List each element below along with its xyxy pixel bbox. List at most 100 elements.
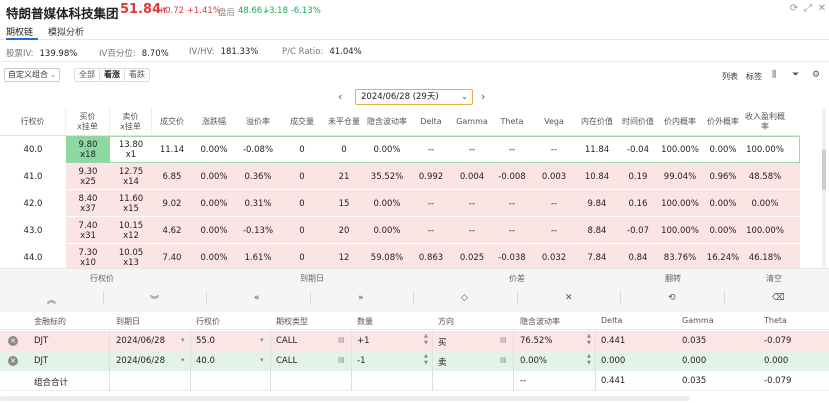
- col-header-change[interactable]: 涨跌幅: [192, 108, 236, 136]
- expiry-later-button[interactable]: »: [358, 293, 364, 303]
- columns-icon[interactable]: ⫼: [772, 70, 776, 80]
- combo-strategy-select[interactable]: 自定义组合 ⌄: [4, 68, 60, 82]
- option-row[interactable]: 40.0 9.80 x18 13.80 x1 11.14 0.00% -0.08% 0 0 0.00…: [0, 136, 800, 163]
- cell-ask[interactable]: 12.75 x14: [110, 163, 152, 190]
- cell-bid[interactable]: 8.40 x37: [66, 190, 110, 217]
- chevron-down-icon[interactable]: ▾: [260, 356, 264, 364]
- prev-expiry-button[interactable]: ‹: [338, 90, 342, 103]
- filter-all-button[interactable]: 全部: [75, 69, 100, 81]
- cell-time-value: 0.19: [628, 171, 648, 182]
- leg-type[interactable]: CALL: [276, 336, 297, 346]
- col-header-last[interactable]: 成交价: [152, 108, 192, 136]
- cell-intrinsic: 9.84: [587, 198, 607, 209]
- cell-gamma: --: [468, 198, 476, 209]
- col-header-open-interest[interactable]: 未平仓量: [324, 108, 364, 136]
- leg-qty[interactable]: +1: [357, 336, 370, 346]
- col-header-vega[interactable]: Vega: [532, 108, 576, 136]
- leg-delta: 0.441: [601, 336, 626, 346]
- leg-type[interactable]: CALL: [276, 356, 297, 366]
- cell-change: 0.00%: [200, 252, 228, 263]
- cell-bid[interactable]: 9.80 x18: [66, 136, 110, 163]
- col-header-iv[interactable]: 隐含波动率: [364, 108, 410, 136]
- total-delta: 0.441: [601, 376, 626, 386]
- leg-side[interactable]: 买: [438, 336, 447, 348]
- col-header-delta[interactable]: Delta: [410, 108, 452, 136]
- strike-up-button[interactable]: ︽: [47, 293, 56, 306]
- tag-view-button[interactable]: 标签: [746, 71, 762, 82]
- iv-stepper-icon[interactable]: ▲ ▼: [587, 353, 591, 367]
- trash-icon[interactable]: ⌫: [772, 293, 785, 303]
- select-icon[interactable]: ▤: [500, 356, 507, 364]
- next-expiry-button[interactable]: ›: [481, 90, 485, 103]
- filter-calls-button[interactable]: 看涨: [100, 69, 125, 81]
- ask-price: 10.15: [118, 220, 144, 231]
- select-icon[interactable]: ▤: [338, 336, 345, 344]
- spread-widen-button[interactable]: ◇: [461, 293, 468, 303]
- remove-leg-icon[interactable]: ✕: [8, 336, 18, 346]
- tab-simulation[interactable]: 模拟分析: [48, 25, 84, 38]
- leg-strike[interactable]: 40.0: [196, 356, 215, 366]
- col-header-time-value[interactable]: 时间价值: [618, 108, 658, 136]
- close-icon[interactable]: ✕: [816, 3, 828, 15]
- cell-ask[interactable]: 13.80 x1: [110, 136, 152, 163]
- col-header-otm-prob[interactable]: 价外概率: [702, 108, 744, 136]
- spread-narrow-button[interactable]: ✕: [565, 293, 573, 303]
- col-header-premium[interactable]: 溢价率: [236, 108, 280, 136]
- leg-theta: 0.000: [764, 356, 789, 366]
- cell-ask[interactable]: 11.60 x15: [110, 190, 152, 217]
- leg-iv[interactable]: 76.52%: [520, 336, 552, 346]
- qty-stepper-icon[interactable]: ▲ ▼: [424, 353, 428, 367]
- option-row[interactable]: 43.0 7.40 x31 10.15 x12 4.62 0.00% -0.13% 0 20 0.0…: [0, 217, 800, 244]
- flip-icon[interactable]: ⟲: [668, 293, 676, 303]
- leg-expiry[interactable]: 2024/06/28: [116, 356, 165, 366]
- leg-iv[interactable]: 0.00%: [520, 356, 547, 366]
- col-header-profit-prob[interactable]: 收入盈利概率: [744, 108, 786, 136]
- iv-stepper-icon[interactable]: ▲ ▼: [587, 333, 591, 347]
- remove-leg-icon[interactable]: ✕: [8, 356, 18, 366]
- leg-expiry[interactable]: 2024/06/28: [116, 336, 165, 346]
- chevron-down-icon[interactable]: ▾: [181, 356, 185, 364]
- option-row[interactable]: 44.0 7.30 x10 10.05 x13 7.40 0.00% 1.61% 0 12 59.0…: [0, 244, 800, 271]
- scrollbar-thumb[interactable]: [822, 150, 826, 190]
- option-row[interactable]: 42.0 8.40 x37 11.60 x15 9.02 0.00% 0.31% 0 15 0.00…: [0, 190, 800, 217]
- expiry-earlier-button[interactable]: «: [254, 293, 260, 303]
- expiry-date-select[interactable]: 2024/06/28 (29天) ⌄: [355, 89, 473, 105]
- qty-stepper-icon[interactable]: ▲ ▼: [424, 333, 428, 347]
- filter-icon[interactable]: ⏷: [792, 70, 799, 80]
- horizontal-scrollbar[interactable]: [0, 396, 690, 401]
- col-header-volume[interactable]: 成交量: [280, 108, 324, 136]
- cell-ask[interactable]: 10.15 x12: [110, 217, 152, 244]
- list-view-button[interactable]: 列表: [722, 71, 738, 82]
- expand-icon[interactable]: ⤢: [802, 3, 814, 15]
- filter-puts-button[interactable]: 看跌: [125, 69, 149, 81]
- stat-iv-hv: IV/HV: 181.33%: [189, 47, 258, 57]
- chevron-down-icon[interactable]: ▾: [260, 336, 264, 344]
- col-header-gamma[interactable]: Gamma: [452, 108, 492, 136]
- col-header-intrinsic[interactable]: 内在价值: [576, 108, 618, 136]
- col-header-ask[interactable]: 卖价 x挂单: [110, 108, 152, 136]
- leg-col-gamma: Gamma: [682, 316, 714, 325]
- leg-side[interactable]: 卖: [438, 356, 447, 368]
- col-header-bid[interactable]: 买价 x挂单: [66, 108, 110, 136]
- col-header-itm-prob[interactable]: 价内概率: [658, 108, 702, 136]
- cell-bid[interactable]: 9.30 x25: [66, 163, 110, 190]
- leg-qty[interactable]: -1: [357, 356, 365, 366]
- tab-option-chain[interactable]: 期权链: [6, 25, 33, 38]
- gear-icon[interactable]: ⚙: [812, 70, 820, 80]
- select-icon[interactable]: ▤: [338, 356, 345, 364]
- select-icon[interactable]: ▤: [500, 336, 507, 344]
- strike-down-button[interactable]: ︾: [150, 293, 159, 306]
- chevron-down-icon[interactable]: ▾: [181, 336, 185, 344]
- cell-last: 4.62: [162, 225, 182, 236]
- col-header-theta[interactable]: Theta: [492, 108, 532, 136]
- cell-ask[interactable]: 10.05 x13: [110, 244, 152, 271]
- cell-volume: 0: [299, 198, 305, 209]
- cell-bid[interactable]: 7.40 x31: [66, 217, 110, 244]
- leg-symbol: DJT: [34, 356, 49, 366]
- col-header-strike[interactable]: 行权价: [0, 108, 66, 136]
- leg-strike[interactable]: 55.0: [196, 336, 215, 346]
- option-row[interactable]: 41.0 9.30 x25 12.75 x14 6.85 0.00% 0.36% 0 21 35.5…: [0, 163, 800, 190]
- cell-bid[interactable]: 7.30 x10: [66, 244, 110, 271]
- leg-col-side: 方向: [438, 317, 454, 326]
- refresh-icon[interactable]: ⟳: [788, 3, 800, 15]
